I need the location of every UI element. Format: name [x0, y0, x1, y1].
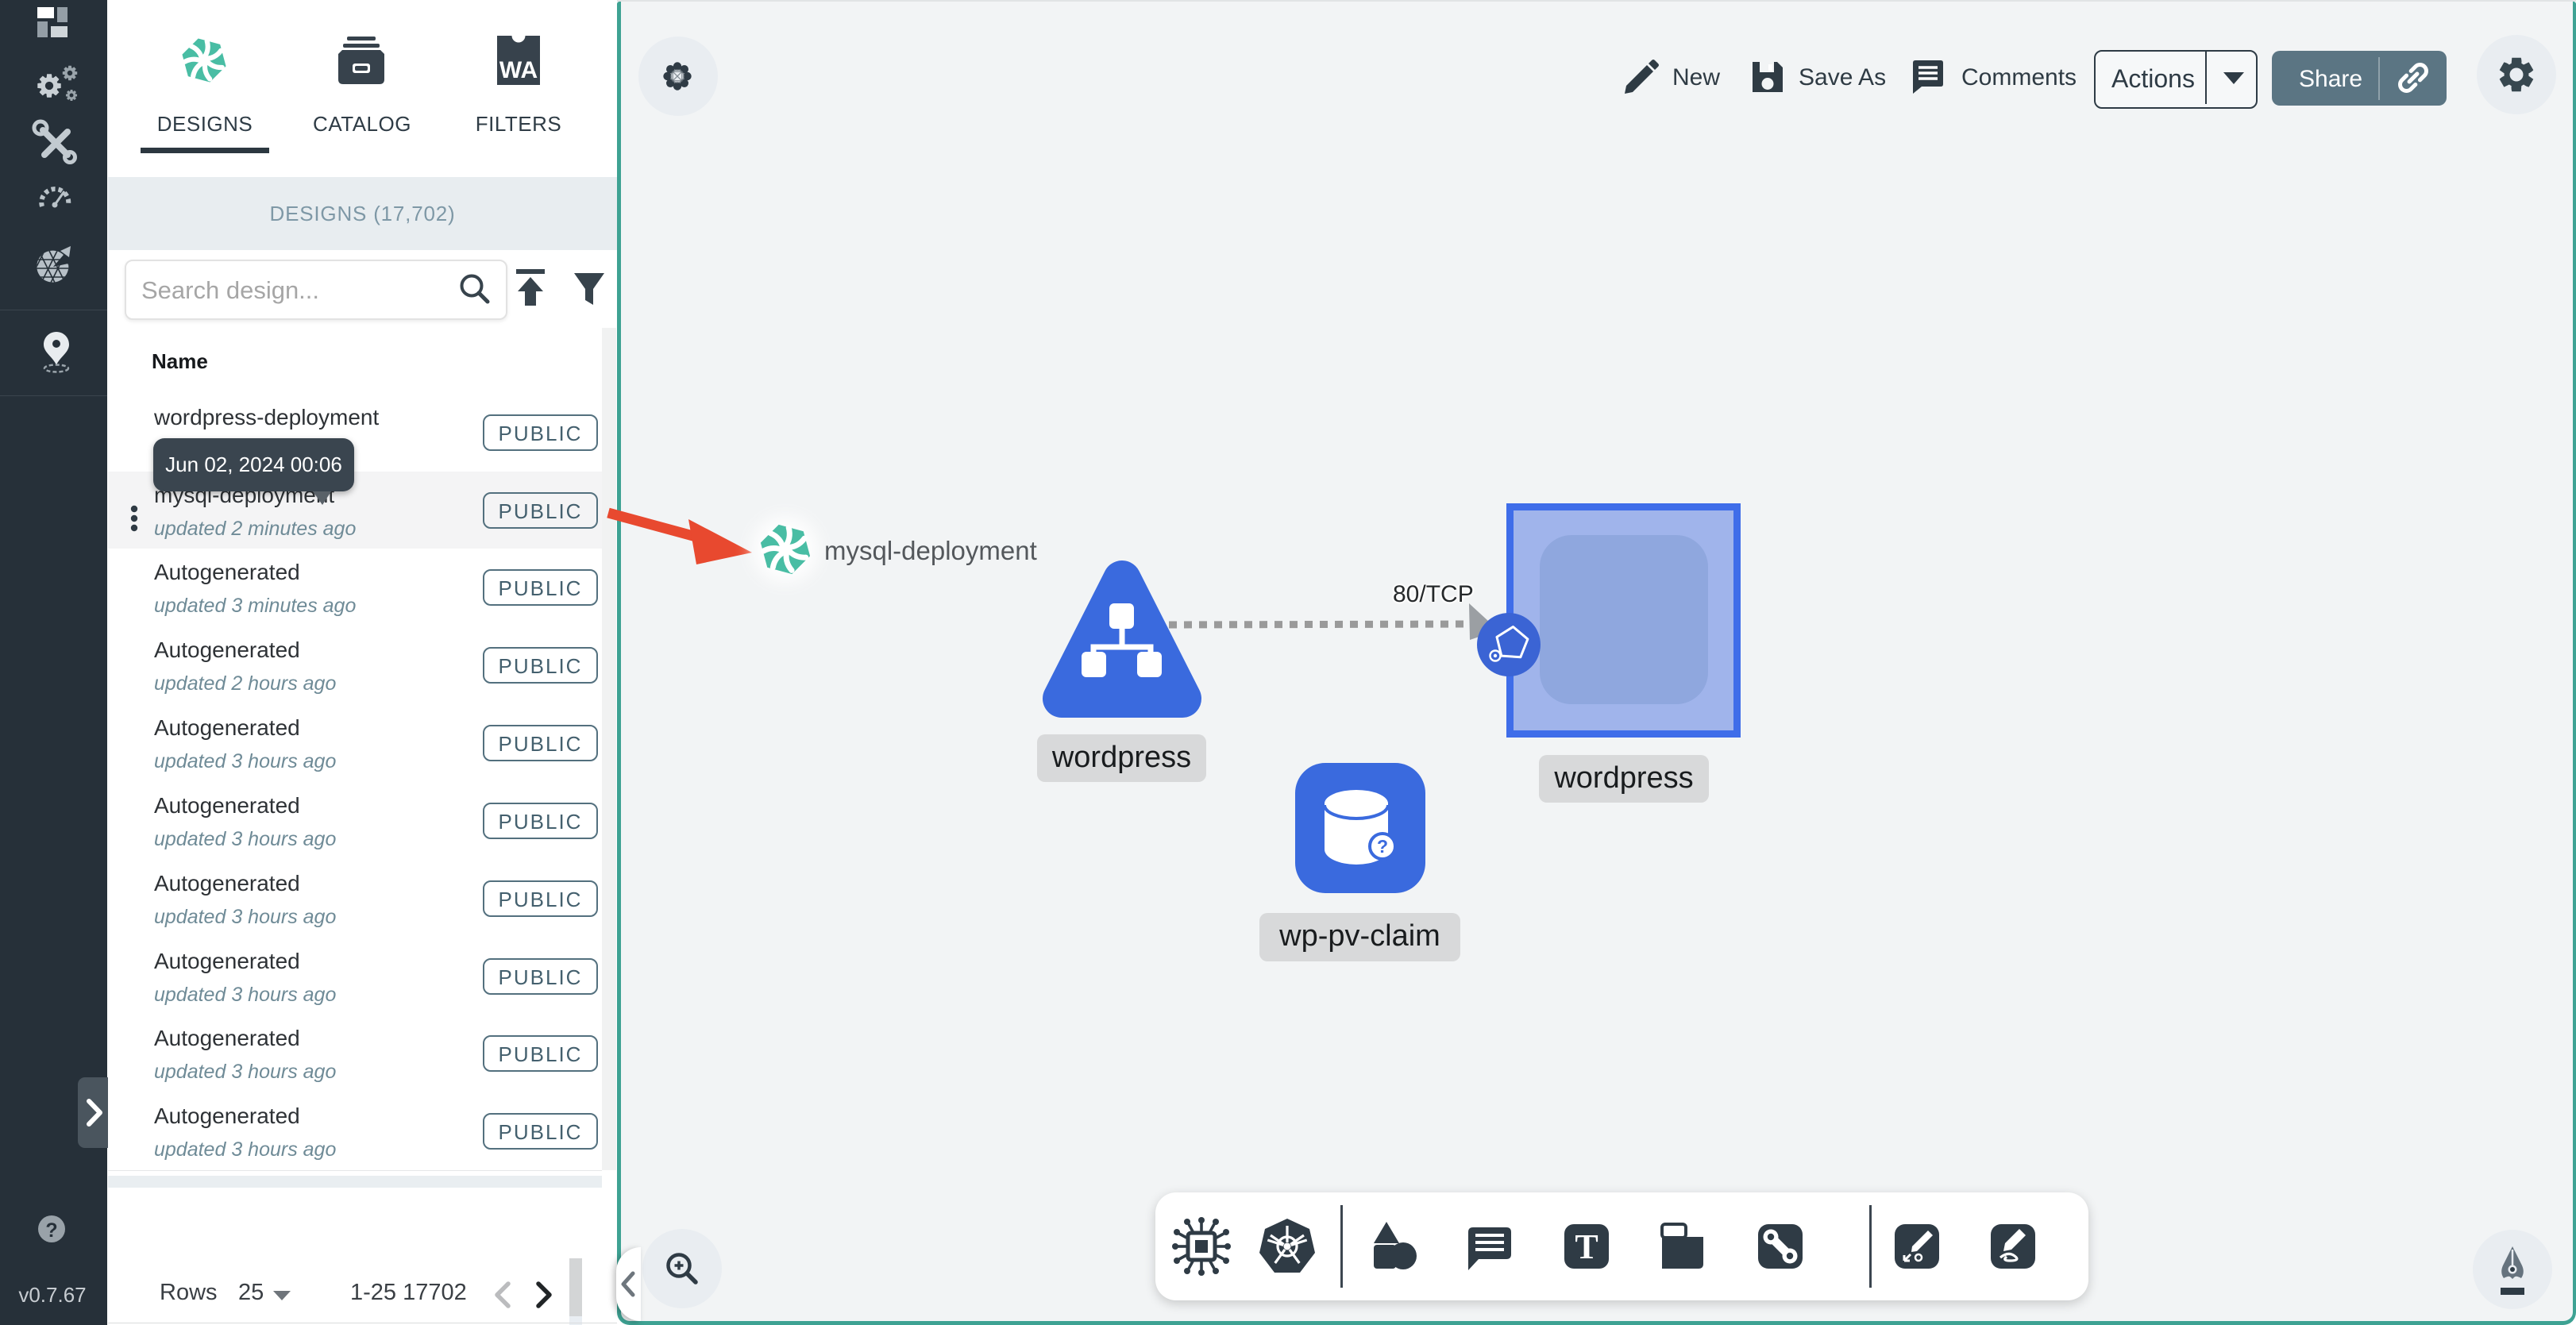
svg-text:?: ? — [1377, 836, 1388, 857]
svg-text:T: T — [1575, 1227, 1598, 1266]
svg-text:WA: WA — [499, 57, 538, 83]
